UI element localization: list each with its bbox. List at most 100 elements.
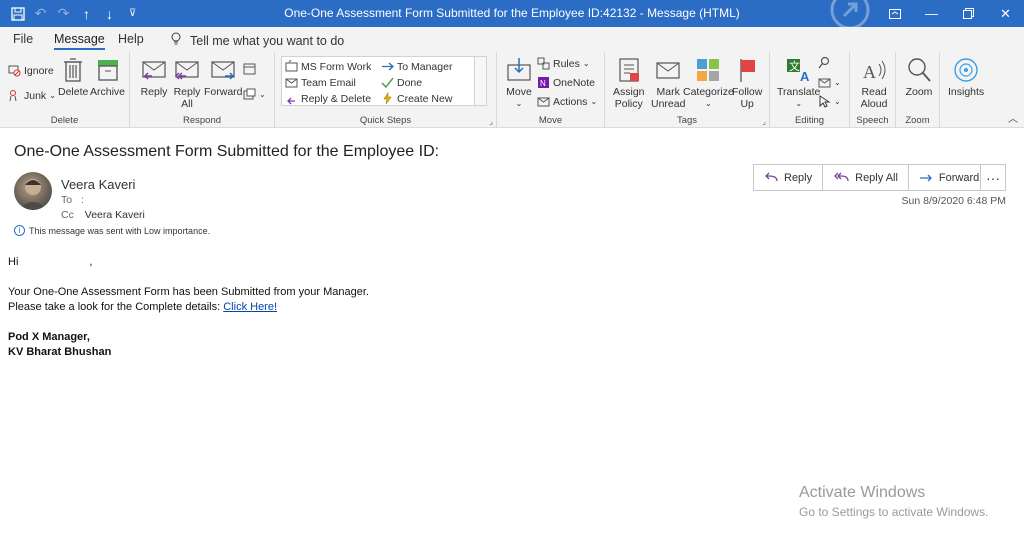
svg-text:A: A [800, 69, 810, 84]
tell-me-text: Tell me what you want to do [190, 33, 345, 48]
quick-step-team-email[interactable]: Team Email [285, 76, 356, 89]
move-button[interactable]: Move ⌄ [505, 56, 533, 110]
ignore-button[interactable]: Ignore [8, 64, 54, 77]
dialog-launcher-icon[interactable]: ⌟ [762, 117, 766, 126]
categorize-button[interactable]: Categorize ⌄ [683, 56, 734, 110]
speech-group: A Read Aloud Speech [850, 52, 896, 128]
lightbulb-icon [170, 32, 182, 49]
chevron-down-icon: ⌄ [590, 97, 598, 106]
restore-icon[interactable] [950, 0, 987, 27]
related-button[interactable]: ⌄ [818, 76, 841, 89]
delete-group: Ignore Junk ⌄ Delete Archive Delete [0, 52, 130, 128]
move-label: Move [506, 86, 532, 98]
flag-icon [740, 59, 756, 82]
envelope-icon [656, 62, 680, 79]
menu-bar: File Message Help Tell me what you want … [0, 27, 1024, 52]
forward-action-label: Forward [938, 171, 980, 184]
assign-label-1: Assign [613, 86, 645, 98]
signature-line-2-wrap: KV Bharat Bhushan [8, 345, 369, 360]
rules-button[interactable]: Rules ⌄ [537, 57, 590, 70]
quick-step-done[interactable]: Done [381, 76, 422, 89]
read-label-1: Read [861, 86, 887, 98]
archive-button[interactable]: Archive [90, 56, 125, 98]
message-body: Hi, Your One-One Assessment Form has bee… [8, 255, 369, 360]
reply-button[interactable]: Reply [140, 56, 168, 98]
email-icon [285, 78, 298, 88]
rules-icon [537, 57, 550, 70]
related-icon [818, 78, 831, 88]
translate-button[interactable]: 文A Translate ⌄ [777, 56, 820, 110]
archive-label: Archive [90, 86, 126, 98]
quick-step-create-new[interactable]: Create New [381, 92, 452, 105]
sender-name[interactable]: Veera Kaveri [61, 177, 135, 192]
rules-label: Rules [553, 57, 580, 70]
reply-label: Reply [140, 86, 168, 98]
quick-steps-scrollbar[interactable] [474, 57, 486, 105]
menu-message[interactable]: Message [54, 32, 105, 50]
quick-step-label: Team Email [301, 76, 356, 89]
zoom-button[interactable]: Zoom [905, 56, 933, 98]
menu-file[interactable]: File [13, 32, 33, 46]
reply-delete-icon [287, 97, 295, 105]
ribbon: Ignore Junk ⌄ Delete Archive Delete Repl… [0, 52, 1024, 128]
reply-all-action-button[interactable]: Reply All [822, 164, 909, 191]
insights-button[interactable]: Insights [948, 56, 984, 98]
reply-action-button[interactable]: Reply [753, 164, 824, 191]
quick-step-to-manager[interactable]: To Manager [381, 60, 452, 73]
click-here-link[interactable]: Click Here! [223, 301, 277, 313]
quick-step-label: To Manager [397, 60, 453, 73]
reply-all-label-1: Reply [173, 86, 201, 98]
body-line-2-text: Please take a look for the Complete deta… [8, 301, 224, 313]
quick-step-ms-form-work[interactable]: MS Form Work [285, 60, 371, 73]
select-button[interactable]: ⌄ [818, 95, 841, 108]
more-actions-button[interactable]: ··· [980, 164, 1006, 191]
minimize-icon[interactable]: — [913, 0, 950, 27]
mark-label-1: Mark [656, 86, 680, 98]
forward-button[interactable]: Forward [204, 56, 243, 98]
policy-icon [619, 58, 639, 82]
zoom-icon [908, 58, 931, 82]
junk-label: Junk [24, 89, 47, 102]
ribbon-display-icon[interactable] [876, 0, 913, 27]
dialog-launcher-icon[interactable]: ⌟ [489, 117, 493, 126]
actions-button[interactable]: Actions ⌄ [537, 95, 597, 108]
menu-help[interactable]: Help [118, 32, 144, 46]
window-controls: — ✕ [876, 0, 1024, 27]
tags-group: Assign Policy Mark Unread Categorize ⌄ F… [605, 52, 770, 128]
read-aloud-button[interactable]: A Read Aloud [860, 56, 888, 110]
signature: Pod X Manager, [8, 330, 369, 345]
read-label-2: Aloud [860, 98, 888, 110]
categorize-icon [697, 59, 720, 81]
meeting-button[interactable] [243, 62, 256, 75]
mark-unread-button[interactable]: Mark Unread [651, 56, 685, 110]
assign-policy-button[interactable]: Assign Policy [613, 56, 645, 110]
cc-value[interactable]: Veera Kaveri [85, 209, 145, 221]
zoom-group-label: Zoom [905, 115, 930, 126]
search-icon [818, 56, 830, 69]
close-icon[interactable]: ✕ [987, 0, 1024, 27]
forward-icon [919, 174, 932, 181]
tell-me-box[interactable]: Tell me what you want to do [170, 32, 344, 49]
junk-button[interactable]: Junk ⌄ [8, 89, 56, 102]
to-value[interactable]: : [81, 194, 84, 206]
arrow-right-icon [382, 62, 394, 71]
info-icon: i [14, 225, 25, 236]
delete-button[interactable]: Delete [58, 56, 88, 98]
ignore-icon [8, 65, 21, 77]
find-button[interactable] [818, 56, 831, 69]
onenote-button[interactable]: N OneNote [537, 76, 595, 89]
junk-icon [9, 90, 17, 102]
more-respond-button[interactable]: ⌄ [243, 88, 266, 101]
follow-up-button[interactable]: Follow Up [732, 56, 762, 110]
reply-all-button[interactable]: Reply All [173, 56, 201, 110]
collapse-ribbon-icon[interactable]: ︿ [1008, 110, 1018, 125]
translate-icon: 文A [786, 59, 810, 84]
importance-text: This message was sent with Low importanc… [29, 225, 211, 236]
title-bar: ↶ ↷ ↑ ↓ ⊽ One-One Assessment Form Submit… [0, 0, 1024, 27]
avatar [14, 172, 52, 210]
quick-steps-gallery: MS Form Work Team Email Reply & Delete T… [281, 56, 487, 106]
forward-icon [211, 61, 235, 80]
quick-step-reply-delete[interactable]: Reply & Delete [285, 92, 371, 105]
translate-label: Translate [777, 86, 821, 98]
delete-group-label: Delete [50, 115, 79, 126]
